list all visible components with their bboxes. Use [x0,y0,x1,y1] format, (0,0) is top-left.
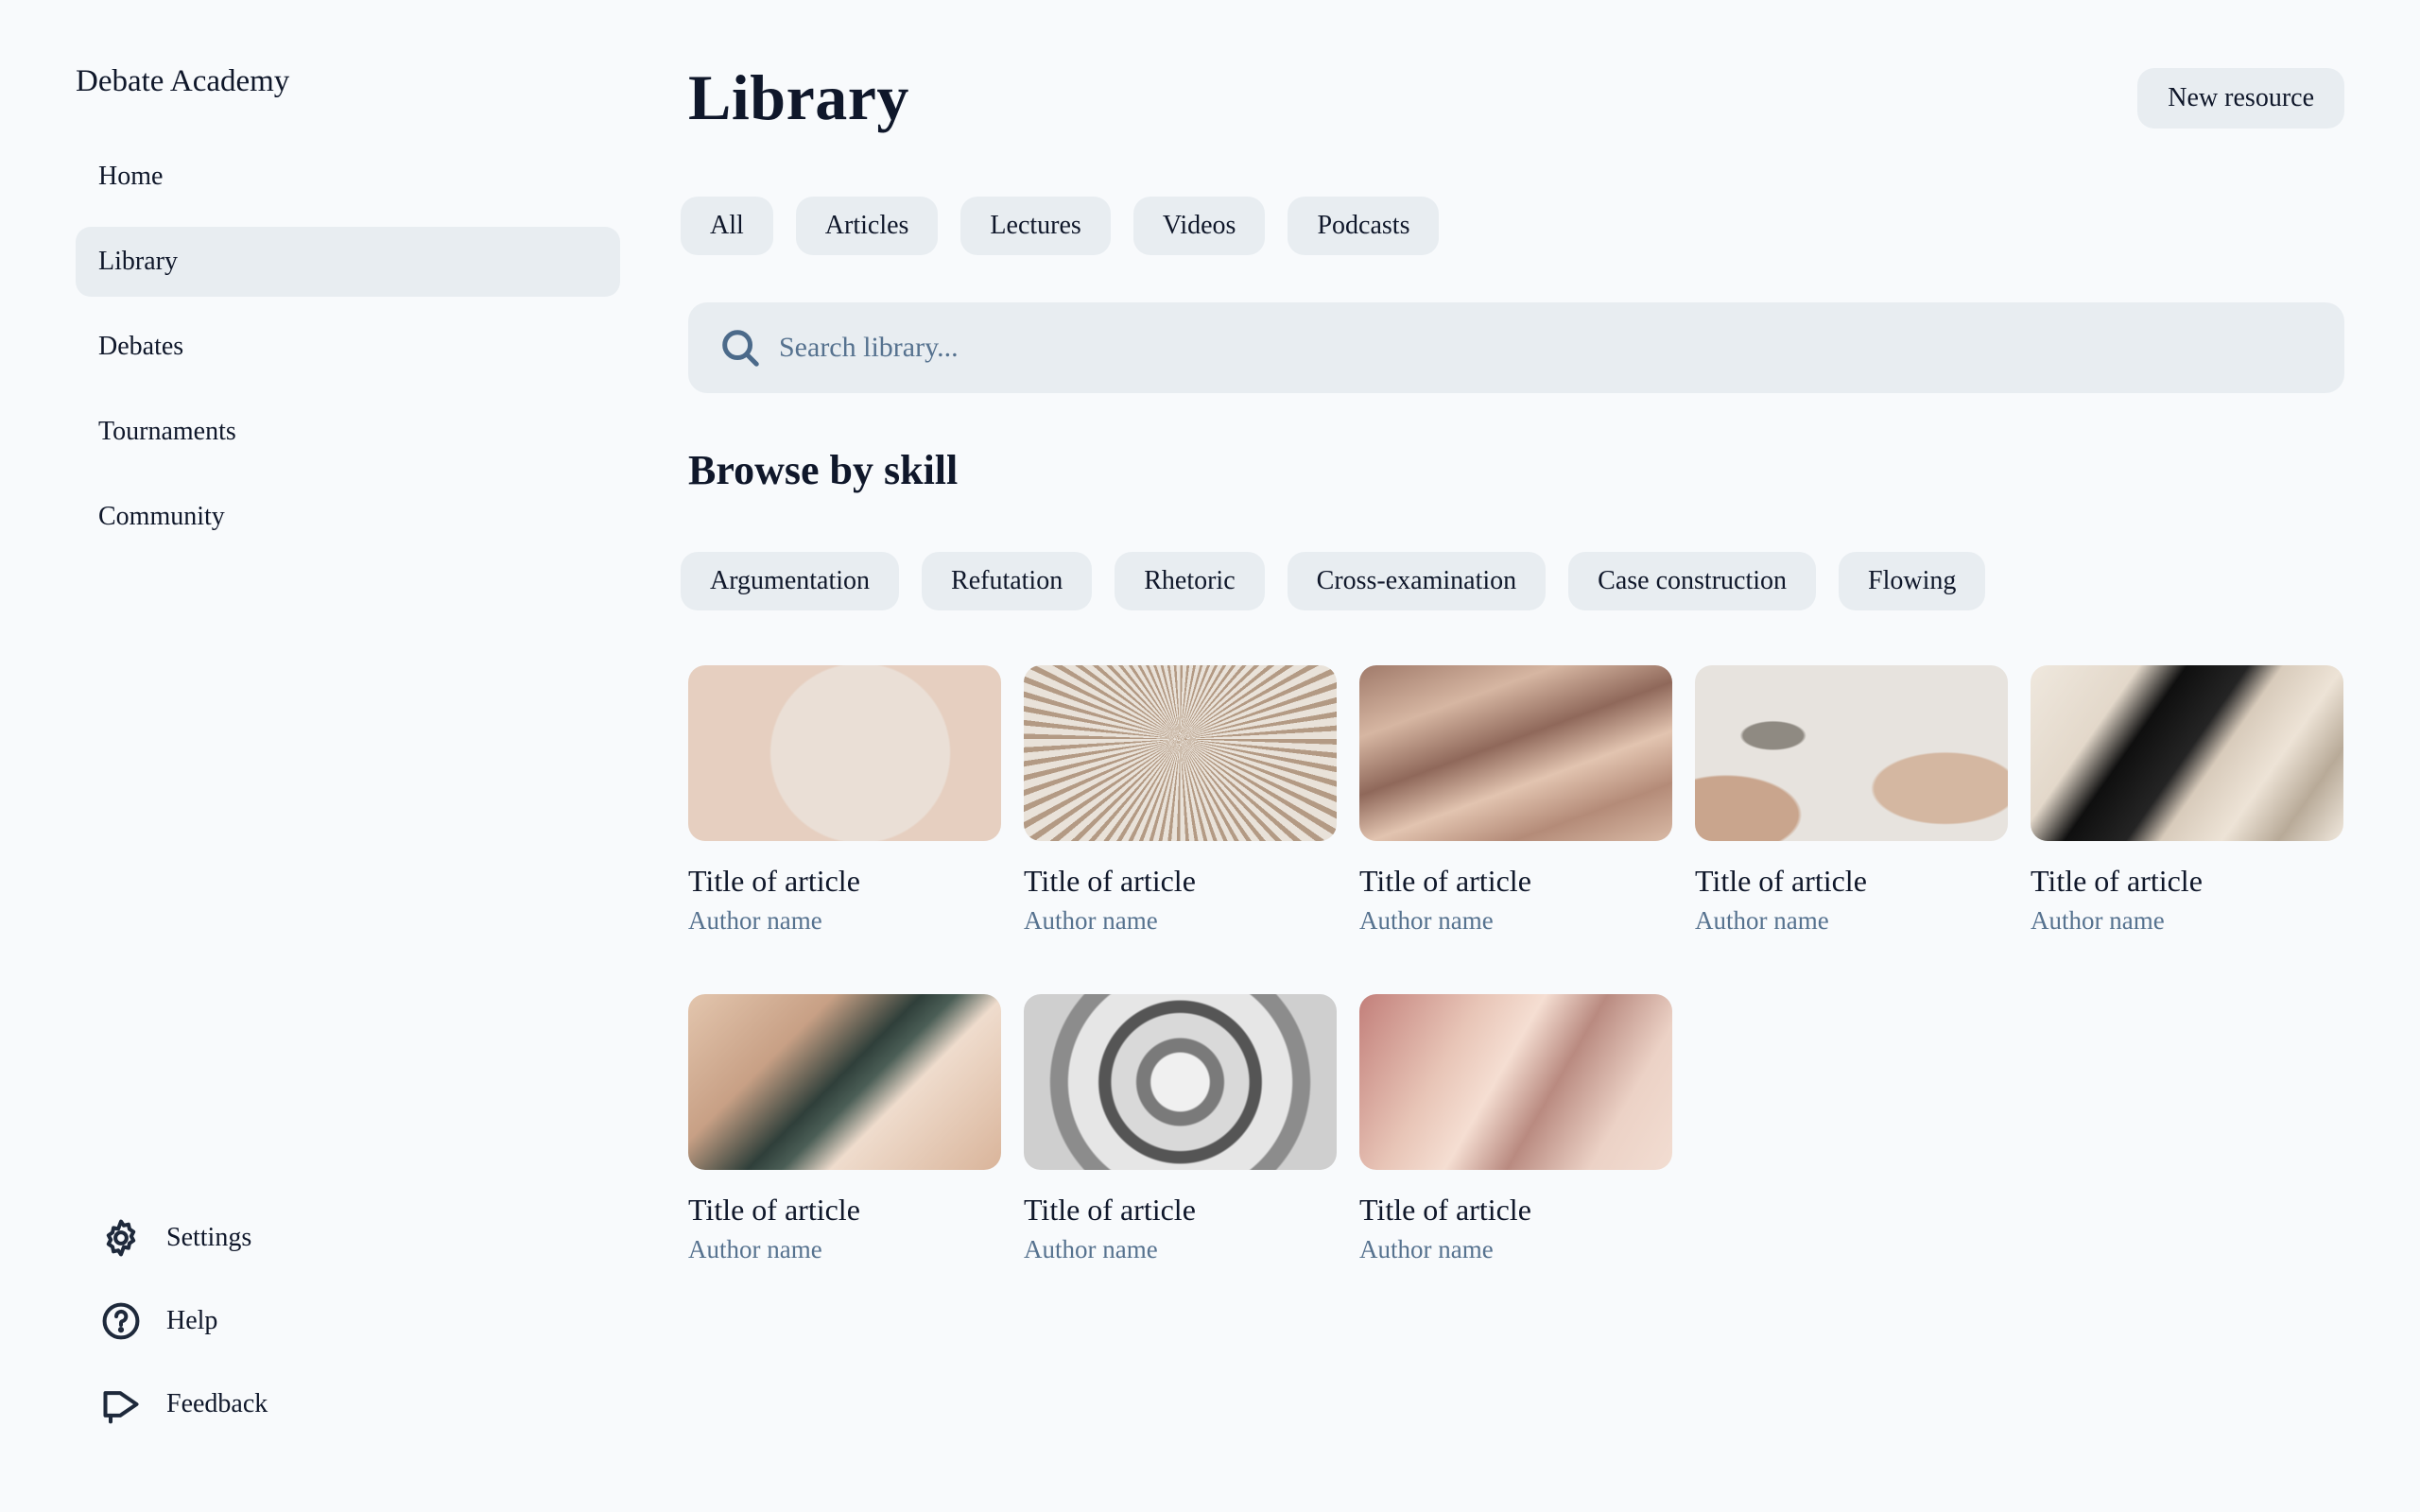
skill-case-construction[interactable]: Case construction [1568,552,1817,610]
article-card[interactable]: Title of article Author name [1695,665,2008,936]
sidebar-item-community[interactable]: Community [76,482,620,552]
article-title: Title of article [1359,864,1531,898]
gear-icon [98,1215,144,1261]
filter-articles[interactable]: Articles [795,197,939,255]
filter-videos[interactable]: Videos [1132,197,1266,255]
sidebar-item-debates[interactable]: Debates [76,312,620,382]
feedback-link[interactable]: Feedback [98,1376,268,1433]
browse-by-skill-title: Browse by skill [688,447,959,493]
article-card[interactable]: Title of article Author name [1024,665,1337,936]
article-card[interactable]: Title of article Author name [1024,994,1337,1264]
skill-flowing[interactable]: Flowing [1839,552,1986,610]
new-resource-button[interactable]: New resource [2137,68,2344,129]
skill-refutation[interactable]: Refutation [922,552,1093,610]
skill-chips: Argumentation Refutation Rhetoric Cross-… [681,552,1986,610]
sidebar-nav: Home Library Debates Tournaments Communi… [76,142,620,567]
article-author: Author name [1024,906,1158,935]
search-icon [722,330,759,367]
article-thumbnail [1695,665,2008,841]
article-author: Author name [1359,906,1494,935]
article-title: Title of article [1359,1193,1531,1227]
article-author: Author name [2031,906,2165,935]
main-content: Library New resource All Articles Lectur… [681,0,2344,1512]
help-label: Help [166,1306,218,1335]
filter-podcasts[interactable]: Podcasts [1288,197,1440,255]
megaphone-icon [98,1382,144,1427]
sidebar: Debate Academy Home Library Debates Tour… [0,0,643,1512]
article-card[interactable]: Title of article Author name [688,665,1001,936]
article-title: Title of article [688,864,860,898]
article-thumbnail [688,994,1001,1170]
article-thumbnail [1024,665,1337,841]
help-link[interactable]: Help [98,1293,268,1349]
article-card[interactable]: Title of article Author name [1359,994,1672,1264]
sidebar-item-home[interactable]: Home [76,142,620,212]
help-icon [98,1298,144,1344]
article-title: Title of article [2031,864,2203,898]
brand-title: Debate Academy [76,64,290,98]
filter-lectures[interactable]: Lectures [960,197,1111,255]
article-card[interactable]: Title of article Author name [688,994,1001,1264]
article-title: Title of article [1024,864,1196,898]
sidebar-item-tournaments[interactable]: Tournaments [76,397,620,467]
article-author: Author name [1695,906,1829,935]
article-thumbnail [1359,665,1672,841]
search-input[interactable] [779,332,2197,364]
search-bar [688,302,2344,393]
content-type-filters: All Articles Lectures Videos Podcasts [681,197,1440,255]
article-title: Title of article [1024,1193,1196,1227]
article-author: Author name [1359,1235,1494,1263]
app: Debate Academy Home Library Debates Tour… [0,0,2420,1512]
article-thumbnail [688,665,1001,841]
settings-label: Settings [166,1223,252,1252]
article-author: Author name [1024,1235,1158,1263]
article-title: Title of article [688,1193,860,1227]
sidebar-footer: Settings Help Feedback [98,1210,268,1459]
article-author: Author name [688,1235,822,1263]
skill-rhetoric[interactable]: Rhetoric [1115,552,1265,610]
skill-argumentation[interactable]: Argumentation [681,552,900,610]
article-thumbnail [1024,994,1337,1170]
settings-link[interactable]: Settings [98,1210,268,1266]
article-card[interactable]: Title of article Author name [2031,665,2343,936]
page-title: Library [688,61,909,133]
skill-cross-examination[interactable]: Cross-examination [1287,552,1547,610]
sidebar-item-library[interactable]: Library [76,227,620,297]
article-thumbnail [1359,994,1672,1170]
feedback-label: Feedback [166,1389,268,1418]
article-title: Title of article [1695,864,1867,898]
filter-all[interactable]: All [681,197,773,255]
article-card[interactable]: Title of article Author name [1359,665,1672,936]
article-thumbnail [2031,665,2343,841]
article-author: Author name [688,906,822,935]
